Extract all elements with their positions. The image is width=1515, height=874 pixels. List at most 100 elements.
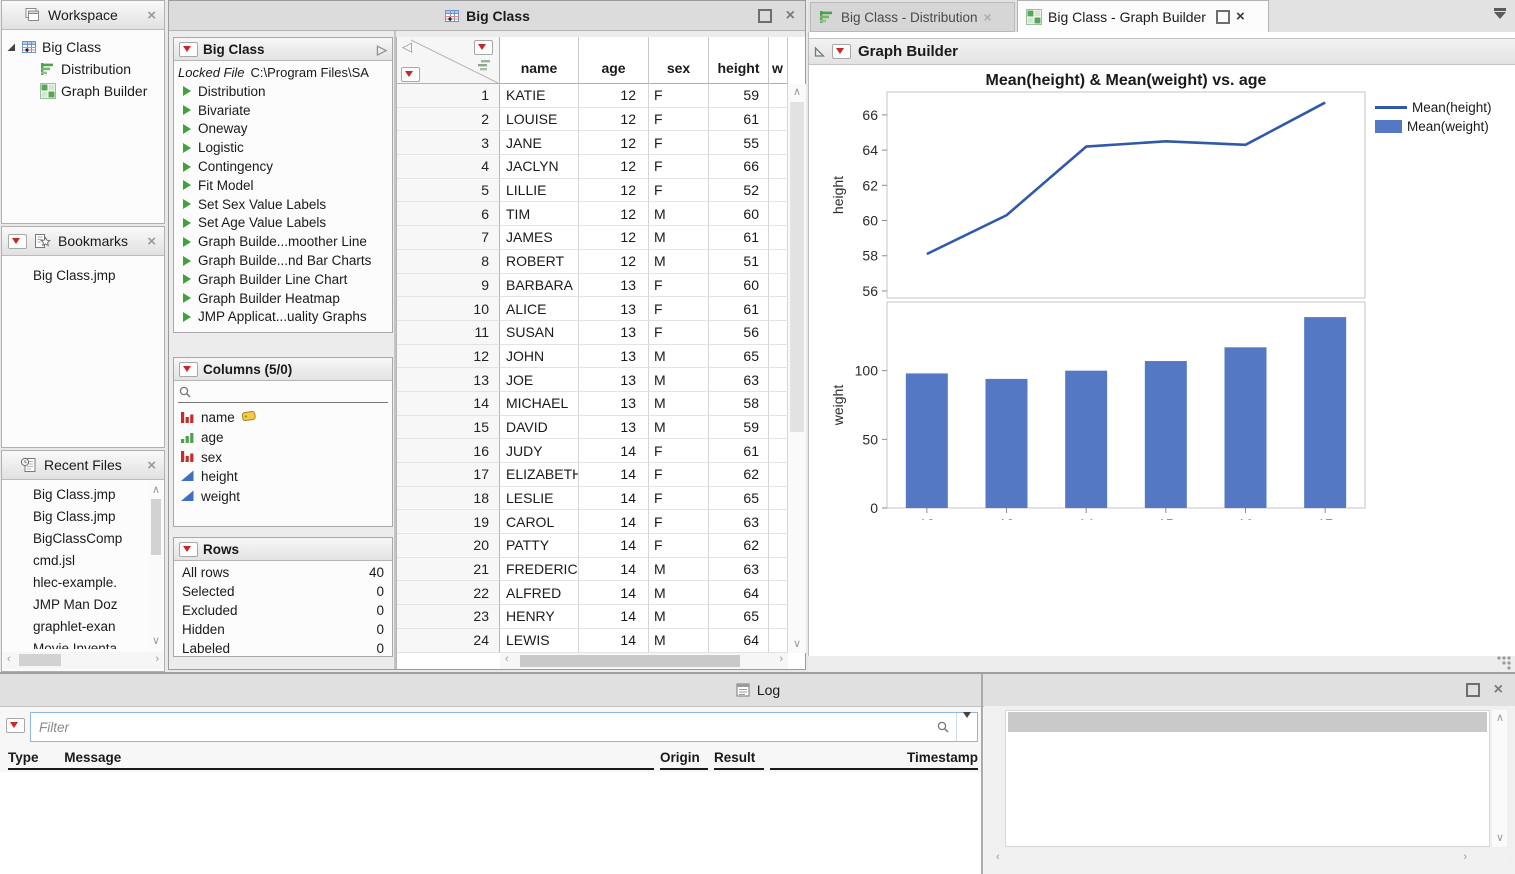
cell-weight[interactable]	[769, 392, 788, 416]
close-icon[interactable]: ×	[145, 457, 158, 474]
row-number-cell[interactable]: 16	[397, 439, 500, 463]
table-row[interactable]: 21 FREDERICK 14 M 63	[397, 558, 788, 582]
cell-weight[interactable]	[769, 321, 788, 345]
script-item[interactable]: Graph Builde...moother Line	[174, 232, 392, 251]
cell-name[interactable]: KATIE	[500, 84, 579, 108]
close-icon[interactable]: ×	[145, 7, 158, 24]
log-col-timestamp[interactable]: Timestamp	[770, 750, 978, 770]
cell-name[interactable]: ALICE	[500, 297, 579, 321]
cell-name[interactable]: SUSAN	[500, 321, 579, 345]
script-run-icon[interactable]	[183, 237, 191, 247]
table-row[interactable]: 19 CAROL 14 F 63	[397, 510, 788, 534]
close-icon[interactable]: ×	[145, 233, 158, 250]
resize-grip[interactable]	[1497, 656, 1512, 671]
column-header-height[interactable]: height	[709, 37, 769, 84]
cell-age[interactable]: 14	[579, 605, 649, 629]
cell-age[interactable]: 12	[579, 179, 649, 203]
cell-weight[interactable]	[769, 629, 788, 653]
cell-height[interactable]: 51	[709, 250, 769, 274]
tree-item-big-class[interactable]: Big Class	[2, 36, 164, 58]
cell-height[interactable]: 59	[709, 416, 769, 440]
cell-weight[interactable]	[769, 558, 788, 582]
cell-name[interactable]: LILLIE	[500, 179, 579, 203]
cell-height[interactable]: 59	[709, 84, 769, 108]
script-run-icon[interactable]	[183, 105, 191, 115]
log-col-type[interactable]: Type	[8, 750, 39, 765]
cell-name[interactable]: JOHN	[500, 345, 579, 369]
cell-name[interactable]: LEWIS	[500, 629, 579, 653]
cell-name[interactable]: ROBERT	[500, 250, 579, 274]
grid-corner-cell[interactable]: ◁	[397, 37, 500, 84]
tab-distribution[interactable]: Big Class - Distribution ×	[810, 2, 1015, 32]
cell-weight[interactable]	[769, 487, 788, 511]
row-number-cell[interactable]: 4	[397, 155, 500, 179]
tab-maximize-icon[interactable]	[1216, 10, 1230, 24]
cell-weight[interactable]	[769, 368, 788, 392]
cell-age[interactable]: 12	[579, 131, 649, 155]
column-item-name[interactable]: name	[174, 408, 392, 428]
table-row[interactable]: 12 JOHN 13 M 65	[397, 345, 788, 369]
cell-height[interactable]: 61	[709, 439, 769, 463]
cell-age[interactable]: 12	[579, 226, 649, 250]
row-number-cell[interactable]: 21	[397, 558, 500, 582]
table-row[interactable]: 10 ALICE 13 F 61	[397, 297, 788, 321]
script-run-icon[interactable]	[183, 180, 191, 190]
column-header-weight[interactable]: w	[769, 37, 788, 84]
script-run-icon[interactable]	[183, 162, 191, 172]
cell-sex[interactable]: F	[649, 439, 709, 463]
cell-sex[interactable]: F	[649, 131, 709, 155]
cell-age[interactable]: 13	[579, 274, 649, 298]
cell-height[interactable]: 64	[709, 629, 769, 653]
cell-height[interactable]: 66	[709, 155, 769, 179]
cell-weight[interactable]	[769, 439, 788, 463]
cell-weight[interactable]	[769, 510, 788, 534]
cell-sex[interactable]: M	[649, 226, 709, 250]
close-icon[interactable]: ×	[1494, 681, 1503, 699]
cell-age[interactable]: 14	[579, 510, 649, 534]
cell-weight[interactable]	[769, 605, 788, 629]
cell-name[interactable]: DAVID	[500, 416, 579, 440]
column-item-height[interactable]: height	[174, 467, 392, 487]
graph-builder-header[interactable]: Graph Builder	[809, 38, 1515, 65]
table-row[interactable]: 3 JANE 12 F 55	[397, 131, 788, 155]
row-number-cell[interactable]: 11	[397, 321, 500, 345]
expander-icon[interactable]	[6, 42, 16, 52]
column-item-weight[interactable]: weight	[174, 487, 392, 507]
log-filter-input[interactable]	[31, 720, 930, 735]
script-run-icon[interactable]	[183, 143, 191, 153]
close-icon[interactable]: ×	[786, 7, 795, 25]
row-number-cell[interactable]: 10	[397, 297, 500, 321]
cell-age[interactable]: 12	[579, 250, 649, 274]
cell-weight[interactable]	[769, 226, 788, 250]
cell-weight[interactable]	[769, 345, 788, 369]
row-number-cell[interactable]: 19	[397, 510, 500, 534]
legend-item-height[interactable]: Mean(height)	[1375, 98, 1492, 117]
column-item-age[interactable]: age	[174, 428, 392, 448]
cell-sex[interactable]: F	[649, 84, 709, 108]
cell-name[interactable]: JANE	[500, 131, 579, 155]
log-header-group[interactable]: Type Message	[8, 750, 654, 770]
cell-sex[interactable]: M	[649, 202, 709, 226]
search-icon[interactable]	[930, 720, 956, 734]
cell-name[interactable]: JACLYN	[500, 155, 579, 179]
table-row[interactable]: 13 JOE 13 M 63	[397, 368, 788, 392]
cell-sex[interactable]: M	[649, 368, 709, 392]
log-col-message[interactable]: Message	[64, 750, 121, 765]
row-number-cell[interactable]: 5	[397, 179, 500, 203]
cell-height[interactable]: 65	[709, 345, 769, 369]
cell-weight[interactable]	[769, 274, 788, 298]
cell-sex[interactable]: F	[649, 463, 709, 487]
red-triangle-menu[interactable]	[179, 542, 198, 557]
red-triangle-menu[interactable]	[8, 234, 27, 249]
cell-height[interactable]: 62	[709, 534, 769, 558]
script-run-icon[interactable]	[183, 124, 191, 134]
row-number-cell[interactable]: 7	[397, 226, 500, 250]
column-item-sex[interactable]: sex	[174, 447, 392, 467]
row-number-cell[interactable]: 8	[397, 250, 500, 274]
cell-height[interactable]: 63	[709, 558, 769, 582]
cell-weight[interactable]	[769, 534, 788, 558]
cell-name[interactable]: JOE	[500, 368, 579, 392]
cell-sex[interactable]: F	[649, 487, 709, 511]
tab-close-icon[interactable]: ×	[984, 10, 992, 25]
cell-age[interactable]: 12	[579, 108, 649, 132]
